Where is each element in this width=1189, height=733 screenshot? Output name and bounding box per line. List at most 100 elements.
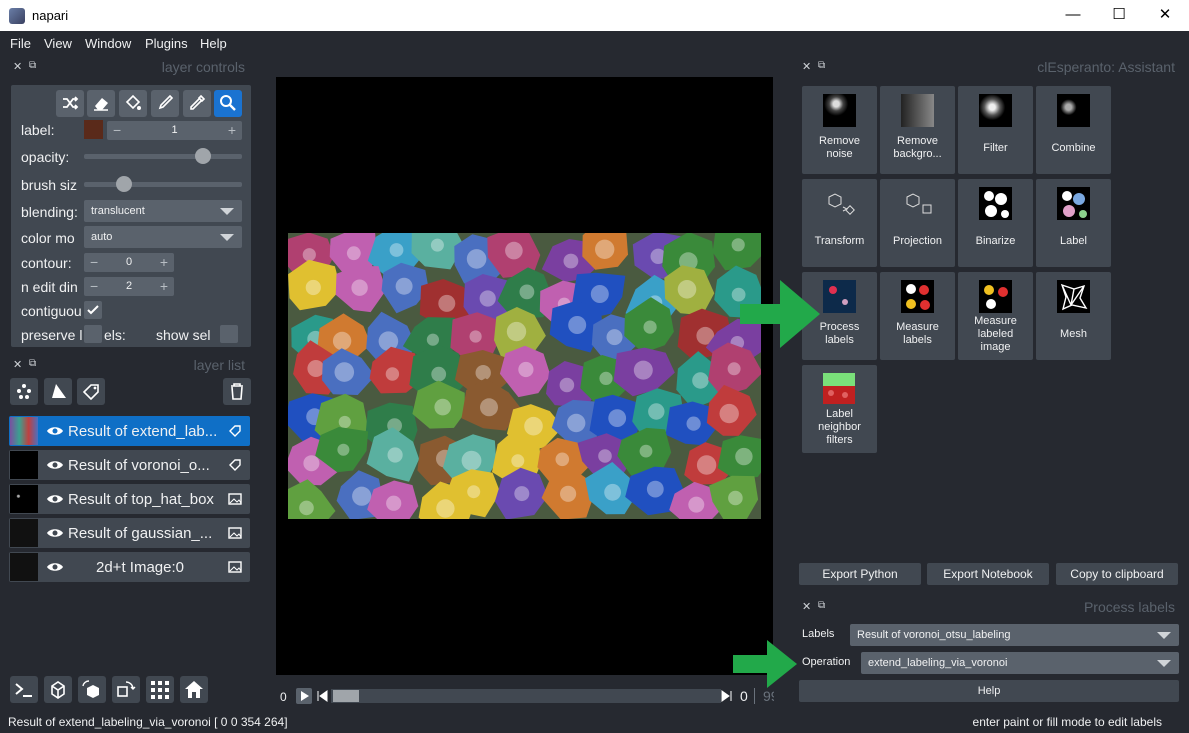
- button-label: Label: [1060, 235, 1087, 247]
- color-mode-select[interactable]: auto: [84, 226, 242, 248]
- operation-select[interactable]: extend_labeling_via_voronoi: [861, 652, 1179, 674]
- eye-icon[interactable]: [46, 492, 64, 506]
- viewer-canvas[interactable]: [276, 77, 773, 675]
- n-edit-increment[interactable]: +: [160, 278, 168, 294]
- close-dock-icon[interactable]: ✕: [13, 358, 22, 371]
- contour-spinbox[interactable]: − 0 +: [84, 253, 174, 272]
- transpose-button[interactable]: [112, 676, 140, 703]
- step-back-button[interactable]: [315, 688, 329, 704]
- cell-nucleus: [387, 447, 403, 463]
- blending-value: translucent: [91, 205, 145, 217]
- float-dock-icon[interactable]: ⧉: [29, 358, 36, 369]
- contour-increment[interactable]: +: [160, 254, 168, 270]
- menu-view[interactable]: View: [44, 36, 72, 51]
- cell-nucleus: [735, 447, 753, 466]
- transform-button[interactable]: Transform: [802, 179, 877, 267]
- menu-file[interactable]: File: [10, 36, 31, 51]
- menu-help[interactable]: Help: [200, 36, 227, 51]
- cell-nucleus: [696, 455, 717, 475]
- layer-row[interactable]: Result of top_hat_box: [9, 484, 250, 514]
- cell-nucleus: [727, 362, 741, 376]
- opacity-slider-handle[interactable]: [194, 148, 211, 164]
- eye-icon[interactable]: [46, 424, 64, 438]
- maximize-button[interactable]: ☐: [1096, 4, 1142, 26]
- brush-size-slider[interactable]: [84, 182, 242, 187]
- contiguous-checkbox[interactable]: [84, 301, 102, 319]
- new-shapes-layer-button[interactable]: [44, 378, 72, 405]
- points-icon: [17, 384, 31, 399]
- n-edit-dim-spinbox[interactable]: − 2 +: [84, 277, 174, 296]
- opacity-slider[interactable]: [84, 154, 242, 159]
- napari-app-icon: [9, 8, 25, 24]
- label-neighbor-filters-button[interactable]: Label neighbor filters: [802, 365, 877, 453]
- help-button[interactable]: Help: [799, 680, 1179, 702]
- close-dock-icon[interactable]: ✕: [802, 600, 811, 613]
- play-button[interactable]: [296, 688, 312, 704]
- eye-icon[interactable]: [46, 526, 64, 540]
- label-increment[interactable]: +: [228, 122, 236, 138]
- cell-nucleus: [426, 333, 439, 346]
- cell-nucleus: [302, 248, 316, 262]
- layer-row[interactable]: Result of extend_lab...: [9, 416, 250, 446]
- measure-labeled-image-button[interactable]: Measure labeled image: [958, 272, 1033, 360]
- delete-layer-button[interactable]: [223, 378, 251, 405]
- mesh-button[interactable]: Mesh: [1036, 272, 1111, 360]
- labels-select[interactable]: Result of voronoi_otsu_labeling: [850, 624, 1179, 646]
- zoom-pan-button[interactable]: [214, 90, 242, 117]
- brush-size-slider-handle[interactable]: [115, 176, 132, 192]
- cell-nucleus: [479, 290, 496, 307]
- trash-icon: [231, 383, 243, 400]
- close-button[interactable]: ✕: [1142, 4, 1188, 26]
- float-dock-icon[interactable]: ⧉: [29, 60, 36, 71]
- float-dock-icon[interactable]: ⧉: [818, 600, 825, 611]
- layer-row[interactable]: 2d+t Image:0: [9, 552, 250, 582]
- pick-button[interactable]: [183, 90, 211, 117]
- projection-button[interactable]: Projection: [880, 179, 955, 267]
- erase-button[interactable]: [87, 90, 115, 117]
- measure-labels-button[interactable]: Measure labels: [880, 272, 955, 360]
- frame-current: 0: [740, 688, 748, 704]
- close-dock-icon[interactable]: ✕: [802, 60, 811, 73]
- show-selected-checkbox[interactable]: [220, 325, 238, 343]
- layer-row[interactable]: Result of gaussian_...: [9, 518, 250, 548]
- menu-window[interactable]: Window: [85, 36, 131, 51]
- contiguous-label: contiguou: [21, 303, 82, 319]
- new-points-layer-button[interactable]: [10, 378, 38, 405]
- eye-icon[interactable]: [46, 458, 64, 472]
- export-notebook-button[interactable]: Export Notebook: [927, 563, 1049, 585]
- roll-dimensions-button[interactable]: [78, 676, 106, 703]
- layer-row[interactable]: Result of voronoi_o...: [9, 450, 250, 480]
- combine-button[interactable]: Combine: [1036, 86, 1111, 174]
- label-spinbox[interactable]: − 1 +: [107, 121, 242, 140]
- reset-view-button[interactable]: [180, 676, 208, 703]
- minimize-button[interactable]: —: [1050, 4, 1096, 26]
- step-forward-button[interactable]: [720, 688, 734, 704]
- close-dock-icon[interactable]: ✕: [13, 60, 22, 73]
- export-python-button[interactable]: Export Python: [799, 563, 921, 585]
- cell-nucleus: [688, 496, 705, 513]
- magnifier-icon: [220, 95, 236, 111]
- filter-button[interactable]: Filter: [958, 86, 1033, 174]
- fill-button[interactable]: [119, 90, 147, 117]
- label-button[interactable]: Label: [1036, 179, 1111, 267]
- label-color-swatch[interactable]: [84, 120, 103, 139]
- eye-icon[interactable]: [46, 560, 64, 574]
- remove-background-button[interactable]: Remove backgro...: [880, 86, 955, 174]
- cell-nucleus: [346, 246, 361, 261]
- frame-slider-handle[interactable]: [333, 690, 359, 702]
- console-button[interactable]: [10, 676, 38, 703]
- remove-noise-button[interactable]: Remove noise: [802, 86, 877, 174]
- color-mode-label: color mo: [21, 230, 75, 246]
- new-labels-layer-button[interactable]: [77, 378, 105, 405]
- frame-slider[interactable]: [331, 689, 721, 703]
- shuffle-colors-button[interactable]: [56, 90, 84, 117]
- grid-view-button[interactable]: [146, 676, 174, 703]
- float-dock-icon[interactable]: ⧉: [818, 60, 825, 71]
- menu-plugins[interactable]: Plugins: [145, 36, 188, 51]
- paint-button[interactable]: [151, 90, 179, 117]
- blending-select[interactable]: translucent: [84, 200, 242, 222]
- toggle-ndisplay-button[interactable]: [44, 676, 72, 703]
- preserve-labels-checkbox[interactable]: [84, 325, 102, 343]
- binarize-button[interactable]: Binarize: [958, 179, 1033, 267]
- copy-to-clipboard-button[interactable]: Copy to clipboard: [1056, 563, 1178, 585]
